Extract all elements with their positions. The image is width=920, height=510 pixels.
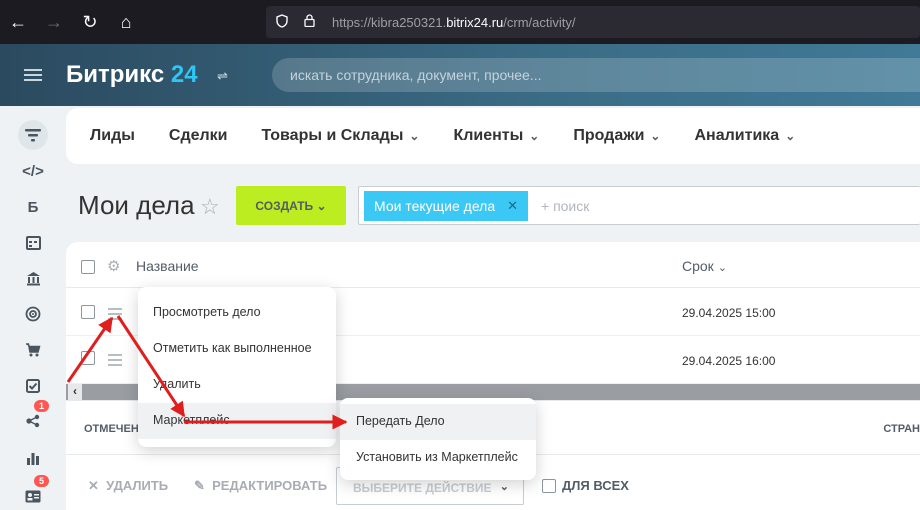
filter-chip[interactable]: Мои текущие дела ✕ — [364, 191, 529, 221]
url-text: https://kibra250321.bitrix24.ru/crm/acti… — [332, 14, 576, 30]
menu-item-products[interactable]: Товары и Склады ⌄ — [262, 127, 420, 145]
app-header: Битрикс 24 ⇌ искать сотрудника, документ… — [0, 44, 920, 106]
lock-icon — [304, 14, 318, 30]
for-all-toggle[interactable]: ДЛЯ ВСЕХ — [542, 478, 629, 493]
pencil-icon: ✎ — [194, 478, 205, 493]
contact-card-icon[interactable]: 5 — [18, 475, 50, 510]
chevron-down-icon: ⌄ — [529, 129, 540, 143]
menu-item-clients[interactable]: Клиенты ⌄ — [453, 127, 539, 145]
column-header-deadline[interactable]: Срок ⌄ — [682, 258, 727, 274]
filter-icon[interactable] — [18, 120, 48, 150]
row-deadline: 29.04.2025 15:00 — [682, 306, 776, 320]
home-icon[interactable]: ⌂ — [108, 0, 144, 44]
menu-item-install-marketplace[interactable]: Установить из Маркетплейс — [340, 440, 536, 476]
row-checkbox[interactable] — [81, 351, 95, 365]
sidebar-letter-item[interactable]: Б — [18, 192, 48, 222]
menu-item-view[interactable]: Просмотреть дело — [138, 295, 336, 331]
close-icon: ✕ — [88, 478, 99, 493]
for-all-label: ДЛЯ ВСЕХ — [562, 478, 629, 493]
calendar-icon[interactable] — [18, 227, 48, 257]
target-icon[interactable] — [18, 299, 48, 329]
bank-icon[interactable] — [18, 263, 48, 293]
menu-icon[interactable] — [24, 69, 42, 81]
menu-item-leads[interactable]: Лиды — [90, 127, 135, 145]
browser-toolbar: ← → ↻ ⌂ https://kibra250321.bitrix24.ru/… — [0, 0, 920, 44]
notification-badge: 1 — [34, 400, 50, 412]
row-context-menu: Просмотреть дело Отметить как выполненно… — [138, 287, 336, 447]
forward-arrow-icon[interactable]: → — [36, 0, 72, 44]
delete-button[interactable]: ✕ УДАЛИТЬ — [88, 478, 168, 494]
top-menu: Лиды Сделки Товары и Склады ⌄ Клиенты ⌄ Пр… — [66, 108, 920, 164]
create-button[interactable]: СОЗДАТЬ ⌄ — [236, 186, 346, 225]
menu-item-deals[interactable]: Сделки — [169, 127, 228, 145]
back-arrow-icon[interactable]: ← — [0, 0, 36, 44]
marketplace-submenu: Передать Дело Установить из Маркетплейс — [340, 398, 536, 480]
column-header-name[interactable]: Название — [136, 258, 199, 274]
scroll-left-icon[interactable]: ‹ — [68, 384, 82, 400]
grid-header: ⚙ Название Срок ⌄ — [66, 242, 920, 288]
marked-count-label: ОТМЕЧЕН — [84, 423, 139, 435]
filter-search-input[interactable]: + поиск — [541, 198, 589, 214]
menu-item-complete[interactable]: Отметить как выполненное — [138, 331, 336, 367]
star-icon[interactable]: ☆ — [200, 194, 220, 220]
logo[interactable]: Битрикс 24 — [66, 61, 198, 89]
for-all-checkbox[interactable] — [542, 478, 556, 493]
filter-search-box[interactable]: Мои текущие дела ✕ + поиск — [358, 186, 920, 225]
chevron-down-icon: ⌄ — [785, 129, 796, 143]
select-all-checkbox[interactable] — [81, 260, 95, 274]
menu-item-sales[interactable]: Продажи ⌄ — [573, 127, 660, 145]
reload-icon[interactable]: ↻ — [72, 0, 108, 44]
left-sidebar: </> Б 1 5 — [0, 106, 66, 510]
shield-icon — [276, 13, 292, 31]
task-check-icon[interactable] — [18, 371, 48, 401]
edit-button[interactable]: ✎ РЕДАКТИРОВАТЬ — [194, 478, 327, 494]
row-checkbox[interactable] — [81, 305, 95, 319]
row-deadline: 29.04.2025 16:00 — [682, 354, 776, 368]
gear-icon[interactable]: ⚙ — [107, 257, 120, 275]
notification-badge: 5 — [34, 475, 50, 487]
chevron-down-icon: ⌄ — [499, 481, 509, 493]
menu-item-delete[interactable]: Удалить — [138, 367, 336, 403]
code-icon[interactable]: </> — [18, 156, 48, 186]
close-icon[interactable]: ✕ — [507, 198, 518, 214]
chevron-down-icon: ⌄ — [717, 262, 727, 274]
chart-bars-icon[interactable] — [18, 443, 48, 473]
menu-item-marketplace[interactable]: Маркетплейс — [138, 403, 336, 439]
menu-item-transfer[interactable]: Передать Дело — [340, 404, 536, 440]
menu-item-analytics[interactable]: Аналитика ⌄ — [694, 127, 795, 145]
network-icon[interactable]: 1 — [18, 400, 50, 436]
page-title: Мои дела — [78, 190, 195, 220]
chevron-down-icon: ⌄ — [650, 129, 661, 143]
search-input[interactable]: искать сотрудника, документ, прочее... — [272, 58, 920, 92]
pages-label: СТРАН — [883, 423, 920, 435]
row-menu-icon[interactable] — [108, 308, 122, 323]
cart-icon[interactable] — [18, 335, 48, 365]
chevron-down-icon: ⌄ — [316, 198, 327, 213]
chevron-down-icon: ⌄ — [409, 129, 420, 143]
address-bar[interactable]: https://kibra250321.bitrix24.ru/crm/acti… — [266, 6, 920, 38]
row-menu-icon[interactable] — [108, 354, 122, 369]
settings-sliders-icon[interactable]: ⇌ — [217, 68, 228, 84]
